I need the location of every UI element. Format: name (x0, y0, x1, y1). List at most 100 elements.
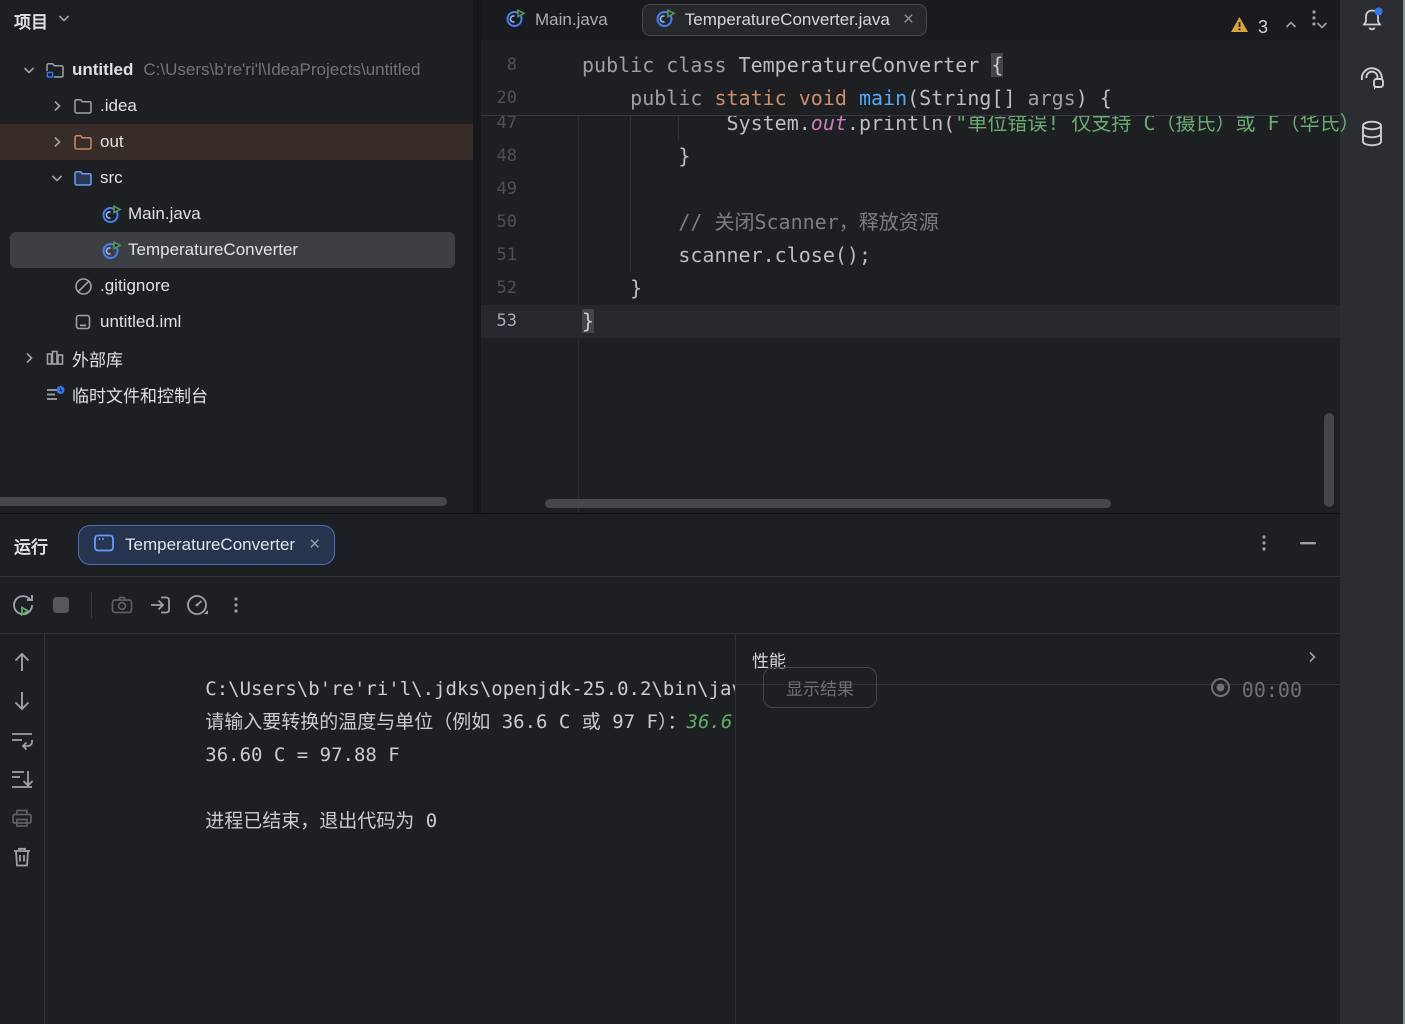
attach-debugger-icon[interactable] (146, 591, 174, 619)
soft-wrap-icon[interactable] (8, 726, 36, 754)
line-number: 20 (481, 82, 517, 115)
tree-row[interactable]: out (0, 124, 473, 160)
run-tab-label: TemperatureConverter (125, 535, 295, 555)
chevron-down-icon[interactable] (56, 10, 72, 31)
inspections-widget[interactable]: 3 (1230, 16, 1330, 38)
toolbar-separator (91, 592, 92, 618)
sticky-code-line: 8 public class TemperatureConverter { (481, 49, 1340, 82)
java-class-run-icon (98, 204, 124, 224)
ai-assistant-icon[interactable] (1354, 58, 1390, 94)
tree-row[interactable]: 临时文件和控制台 (0, 376, 473, 412)
prev-occurrence-icon[interactable] (8, 648, 36, 676)
console-output[interactable]: C:\Users\b're'ri'l\.jdks\openjdk-25.0.2\… (45, 634, 735, 1024)
tree-item-label: .gitignore (100, 276, 170, 296)
tree-item-label: 临时文件和控制台 (72, 382, 208, 407)
run-toolbar (0, 576, 1340, 632)
tree-item-label: .idea (100, 96, 137, 116)
tree-row[interactable]: untitled C:\Users\b're'ri'l\IdeaProjects… (0, 52, 473, 88)
clear-console-icon[interactable] (8, 843, 36, 871)
line-number: 48 (481, 140, 517, 173)
code-area[interactable]: 47 System.out.println("单位错误! 仅支持 C（摄氏）或 … (481, 107, 1340, 338)
run-options-kebab-icon[interactable] (1256, 534, 1272, 557)
console-toolbar (0, 634, 45, 1024)
screenshot-icon[interactable] (108, 591, 136, 619)
tree-item-label: 外部库 (72, 346, 123, 371)
tree-item-label: untitled.iml (100, 312, 181, 332)
tree-row[interactable]: .idea (0, 88, 473, 124)
sticky-code-line: 20 public static void main(String[] args… (481, 82, 1340, 115)
run-tab-temperatureconverter[interactable]: TemperatureConverter × (78, 525, 335, 565)
iml-file-icon (70, 313, 96, 331)
more-actions-kebab-icon[interactable] (222, 591, 250, 619)
tree-chevron-icon[interactable] (44, 170, 70, 186)
project-header[interactable]: 项目 (0, 0, 473, 40)
folder-src-icon (70, 169, 96, 187)
show-results-button[interactable]: 显示结果 (763, 667, 877, 708)
tree-chevron-icon[interactable] (16, 62, 42, 78)
code-line: 53 } (481, 305, 1340, 338)
code-line: 49 (481, 173, 1340, 206)
project-tree: untitled C:\Users\b're'ri'l\IdeaProjects… (0, 52, 473, 412)
profiler-icon[interactable] (184, 591, 212, 619)
previous-warning-icon[interactable] (1283, 17, 1299, 38)
tree-item-label: Main.java (128, 204, 201, 224)
tab-label: TemperatureConverter.java (685, 10, 890, 30)
tree-item-label: out (100, 132, 124, 152)
notifications-bell-icon[interactable] (1354, 2, 1390, 38)
code-line: 50 // 关闭Scanner，释放资源 (481, 206, 1340, 239)
editor-vertical-scrollbar[interactable] (1324, 413, 1334, 507)
next-occurrence-icon[interactable] (8, 687, 36, 715)
tab-label: Main.java (535, 10, 608, 30)
editor-horizontal-scrollbar[interactable] (545, 499, 1111, 508)
project-editor-splitter[interactable] (473, 0, 481, 513)
next-warning-icon[interactable] (1314, 17, 1330, 38)
tree-row[interactable]: TemperatureConverter (0, 232, 473, 268)
editor-area: Main.java TemperatureConverter.java × 3 (481, 0, 1340, 513)
ide-window: 项目 untitled C:\Users\b're'ri'l\IdeaProje… (0, 0, 1405, 1024)
code-line: 48 } (481, 140, 1340, 173)
tab-main-java[interactable]: Main.java (495, 4, 618, 36)
sticky-lines-panel[interactable]: 8 public class TemperatureConverter { 20… (481, 40, 1340, 116)
line-number: 8 (481, 49, 517, 82)
top-area: 项目 untitled C:\Users\b're'ri'l\IdeaProje… (0, 0, 1340, 513)
rerun-icon[interactable] (9, 591, 37, 619)
tree-row[interactable]: src (0, 160, 473, 196)
java-class-run-icon (505, 8, 526, 33)
close-icon[interactable]: × (309, 534, 320, 556)
run-tool-window: 运行 TemperatureConverter × (0, 513, 1340, 1024)
tree-row[interactable]: untitled.iml (0, 304, 473, 340)
tree-chevron-icon[interactable] (44, 134, 70, 150)
chevron-right-icon[interactable] (1304, 649, 1320, 670)
tree-row[interactable]: Main.java (0, 196, 473, 232)
project-title: 项目 (14, 8, 48, 33)
close-icon[interactable]: × (903, 9, 914, 31)
line-number: 49 (481, 173, 517, 206)
tree-row[interactable]: 外部库 (0, 340, 473, 376)
tree-item-path: C:\Users\b're'ri'l\IdeaProjects\untitled (143, 60, 420, 80)
tab-temperatureconverter-java[interactable]: TemperatureConverter.java × (642, 4, 927, 36)
print-icon[interactable] (8, 804, 36, 832)
project-horizontal-scrollbar[interactable] (0, 497, 447, 506)
tree-chevron-icon[interactable] (44, 98, 70, 114)
scroll-to-end-icon[interactable] (8, 765, 36, 793)
line-number: 51 (481, 239, 517, 272)
java-class-run-icon (655, 8, 676, 33)
folder-idea-icon (70, 97, 96, 115)
stop-icon[interactable] (47, 591, 75, 619)
ignored-file-icon (70, 277, 96, 296)
code-line: 52 } (481, 272, 1340, 305)
java-class-run-icon (98, 240, 124, 260)
timer-value: 00:00 (1242, 678, 1302, 702)
performance-panel: 性能 显示结果 00:00 (735, 634, 1340, 1024)
hide-tool-window-icon[interactable] (1298, 535, 1318, 556)
tree-row[interactable]: .gitignore (0, 268, 473, 304)
line-number: 53 (481, 305, 517, 338)
editor-tab-bar: Main.java TemperatureConverter.java × (481, 0, 1340, 40)
run-header: 运行 TemperatureConverter × (0, 514, 1340, 576)
tree-chevron-icon[interactable] (16, 350, 42, 366)
record-icon (1209, 676, 1232, 704)
tree-item-label: untitled (72, 60, 133, 80)
tree-item-label: TemperatureConverter (128, 240, 298, 260)
code-line: 51 scanner.close(); (481, 239, 1340, 272)
external-libraries-icon (42, 349, 68, 367)
